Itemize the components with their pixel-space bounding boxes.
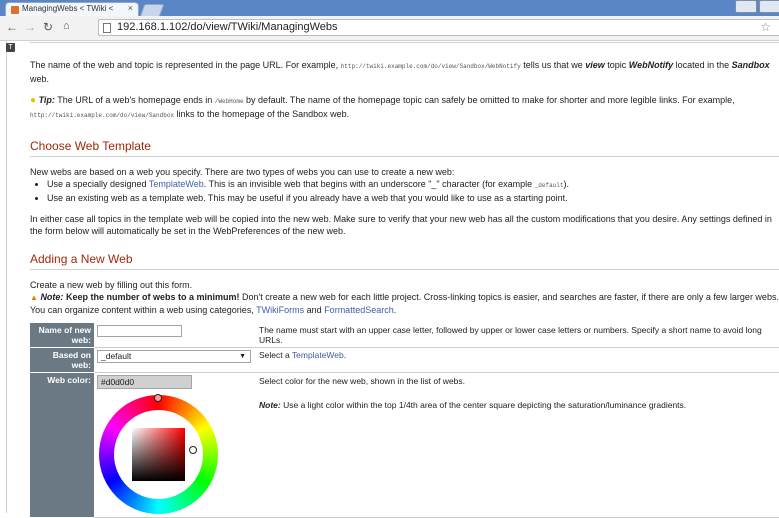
field-label: Web color:: [30, 372, 94, 518]
choose-paragraph: New webs are based on a web you specify.…: [30, 167, 455, 177]
minimize-button[interactable]: [735, 0, 757, 13]
page-content: The name of the web and topic is represe…: [30, 41, 779, 518]
lightbulb-icon: ●: [30, 95, 37, 106]
field-description: Select color for the new web, shown in t…: [255, 372, 779, 518]
note-paragraph: ▲ Note: Keep the number of webs to a min…: [30, 292, 779, 302]
list-item: Use a specially designed TemplateWeb. Th…: [47, 178, 779, 192]
section-heading-adding-web: Adding a New Web: [30, 252, 779, 270]
field-description: Select a TemplateWeb.: [255, 347, 779, 373]
warning-icon: ▲: [30, 293, 38, 302]
template-web-select[interactable]: _default ▼: [97, 350, 251, 363]
color-wheel-picker[interactable]: [99, 394, 218, 514]
template-options-list: Use a specially designed TemplateWeb. Th…: [30, 178, 779, 204]
bookmark-star-icon[interactable]: ☆: [760, 20, 771, 34]
twikiforms-link[interactable]: TWikiForms: [256, 305, 304, 315]
section-heading-choose-template: Choose Web Template: [30, 139, 779, 157]
twiki-logo-icon[interactable]: T: [6, 43, 15, 52]
list-item: Use an existing web as a template web. T…: [47, 192, 779, 204]
maximize-button[interactable]: [759, 0, 779, 13]
table-row: Web color: #d0d0d0 Select color for the …: [30, 372, 779, 518]
field-description: The name must start with an upper case l…: [255, 323, 779, 348]
intro-paragraph: The name of the web and topic is represe…: [30, 60, 770, 84]
saturation-marker[interactable]: [189, 446, 197, 454]
choose-paragraph-2: In either case all topics in the templat…: [30, 214, 772, 236]
chevron-down-icon: ▼: [239, 353, 246, 360]
browser-tab[interactable]: ManagingWebs < TWiki < ×: [5, 2, 139, 16]
back-arrow-icon[interactable]: ←: [6, 20, 18, 34]
table-row: Name of new web: The name must start wit…: [30, 323, 779, 348]
web-color-input[interactable]: #d0d0d0: [97, 375, 192, 389]
forward-arrow-icon[interactable]: →: [24, 20, 36, 34]
home-icon[interactable]: ⌂: [63, 20, 70, 32]
templateweb-link[interactable]: TemplateWeb: [149, 179, 204, 189]
page-icon: [103, 23, 111, 33]
address-bar[interactable]: 192.168.1.102/do/view/TWiki/ManagingWebs…: [98, 19, 779, 36]
url-text: 192.168.1.102/do/view/TWiki/ManagingWebs: [117, 21, 338, 33]
saturation-luminance-square[interactable]: [132, 428, 185, 481]
reload-icon[interactable]: ↻: [43, 20, 53, 34]
table-row: Based on web: _default ▼ Select a Templa…: [30, 347, 779, 373]
field-label: Based on web:: [30, 347, 94, 373]
field-label: Name of new web:: [30, 323, 94, 348]
adding-paragraph: Create a new web by filling out this for…: [30, 280, 193, 290]
divider: [30, 41, 779, 43]
twiki-favicon-icon: [11, 6, 19, 14]
new-web-form: Name of new web: The name must start wit…: [30, 323, 779, 518]
tab-title: ManagingWebs < TWiki <: [22, 4, 114, 13]
templateweb-link[interactable]: TemplateWeb: [292, 350, 344, 360]
browser-toolbar: ← → ↻ ⌂ 192.168.1.102/do/view/TWiki/Mana…: [0, 16, 779, 41]
hue-marker[interactable]: [154, 394, 162, 402]
formattedsearch-link[interactable]: FormattedSearch: [324, 305, 394, 315]
tip-paragraph: ● Tip: The URL of a web's homepage ends …: [30, 95, 735, 119]
organize-paragraph: You can organize content within a web us…: [30, 305, 397, 315]
close-tab-icon[interactable]: ×: [128, 3, 133, 13]
browser-titlebar: ManagingWebs < TWiki < ×: [0, 0, 779, 17]
left-sidebar-edge: [0, 41, 7, 513]
web-name-input[interactable]: [97, 325, 182, 337]
